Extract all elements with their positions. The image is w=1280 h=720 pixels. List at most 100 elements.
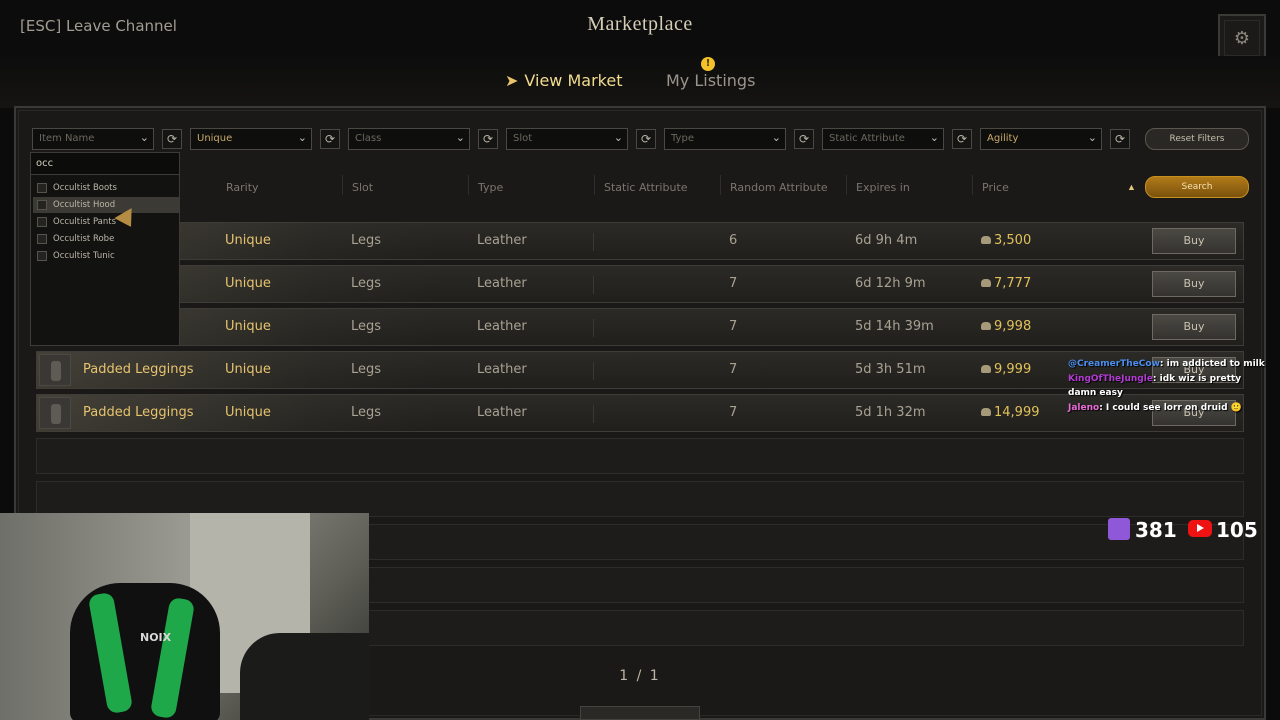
youtube-icon xyxy=(1188,520,1212,537)
item-rarity: Unique xyxy=(225,319,271,334)
market-tabs: ➤ View Market My Listings xyxy=(0,56,1280,108)
item-slot: Legs xyxy=(351,405,382,420)
webcam-shadow xyxy=(240,633,369,720)
item-price-value: 9,998 xyxy=(994,319,1032,334)
table-row[interactable]: Unique Legs Leather 6 6d 9h 4m 3,500 Buy xyxy=(36,222,1244,260)
item-type: Leather xyxy=(477,276,527,291)
class-filter[interactable]: Class ⌄ xyxy=(348,128,470,150)
chat-text: : I could see lorr on druid 🙂 xyxy=(1099,402,1242,413)
static-attribute-filter-label: Static Attribute xyxy=(829,133,905,144)
chevron-down-icon: ⌄ xyxy=(139,131,149,144)
column-header-price[interactable]: Price xyxy=(982,181,1009,194)
refresh-random-attribute-button[interactable]: ⟳ xyxy=(1110,129,1130,149)
item-name-search-input[interactable]: occ xyxy=(31,153,179,175)
item-price-value: 14,999 xyxy=(994,405,1040,420)
column-header-rarity[interactable]: Rarity xyxy=(226,181,259,194)
tab-my-listings[interactable]: My Listings xyxy=(666,71,755,90)
item-expires: 6d 12h 9m xyxy=(855,276,926,291)
refresh-slot-button[interactable]: ⟳ xyxy=(636,129,656,149)
reset-filters-button[interactable]: Reset Filters xyxy=(1145,128,1249,150)
item-random-attribute: 7 xyxy=(729,405,738,420)
notification-badge: ! xyxy=(701,57,715,71)
random-attribute-filter-label: Agility xyxy=(987,133,1019,144)
item-rarity: Unique xyxy=(225,233,271,248)
table-row[interactable]: Padded Leggings Unique Legs Leather 7 5d… xyxy=(36,351,1244,389)
chevron-down-icon: ⌄ xyxy=(929,131,939,144)
item-name-filter-label: Item Name xyxy=(39,133,95,144)
twitch-viewer-count: 381 xyxy=(1135,518,1177,542)
tab-view-market[interactable]: ➤ View Market xyxy=(505,71,622,90)
refresh-icon: ⟳ xyxy=(956,132,968,146)
search-button[interactable]: Search xyxy=(1145,176,1249,198)
checkbox[interactable] xyxy=(37,251,47,261)
refresh-icon: ⟳ xyxy=(324,132,336,146)
dropdown-option[interactable]: Occultist Boots xyxy=(33,180,179,196)
settings-button[interactable]: ⚙ xyxy=(1218,14,1266,62)
item-name: Padded Leggings xyxy=(83,362,194,377)
item-slot: Legs xyxy=(351,362,382,377)
stream-chat: @CreamerTheCow: im addicted to milk King… xyxy=(1068,357,1268,415)
item-price: 3,500 xyxy=(981,233,1031,248)
item-name-dropdown[interactable]: occ Occultist Boots Occultist Hood Occul… xyxy=(30,152,180,346)
item-price-value: 3,500 xyxy=(994,233,1032,248)
table-row[interactable]: Unique Legs Leather 7 6d 12h 9m 7,777 Bu… xyxy=(36,265,1244,303)
refresh-icon: ⟳ xyxy=(1114,132,1126,146)
chat-text: : im addicted to milk xyxy=(1159,359,1265,369)
static-attribute-filter[interactable]: Static Attribute ⌄ xyxy=(822,128,944,150)
table-row[interactable]: Unique Legs Leather 7 5d 14h 39m 9,998 B… xyxy=(36,308,1244,346)
buy-button[interactable]: Buy xyxy=(1152,314,1236,340)
column-header-random-attribute[interactable]: Random Attribute xyxy=(730,181,828,194)
checkbox[interactable] xyxy=(37,200,47,210)
refresh-icon: ⟳ xyxy=(798,132,810,146)
column-header-type[interactable]: Type xyxy=(478,181,503,194)
coin-icon xyxy=(981,365,991,373)
chat-username: @CreamerTheCow xyxy=(1068,359,1160,369)
checkbox[interactable] xyxy=(37,234,47,244)
random-attribute-filter[interactable]: Agility ⌄ xyxy=(980,128,1102,150)
column-divider xyxy=(593,405,594,423)
item-price: 14,999 xyxy=(981,405,1040,420)
item-price: 7,777 xyxy=(981,276,1031,291)
item-expires: 5d 1h 32m xyxy=(855,405,926,420)
column-divider xyxy=(846,175,847,195)
refresh-item-name-button[interactable]: ⟳ xyxy=(162,129,182,149)
dropdown-option[interactable]: Occultist Robe xyxy=(33,231,179,247)
buy-button[interactable]: Buy xyxy=(1152,271,1236,297)
twitch-icon xyxy=(1108,518,1130,540)
item-type: Leather xyxy=(477,362,527,377)
buy-button[interactable]: Buy xyxy=(1152,228,1236,254)
refresh-rarity-button[interactable]: ⟳ xyxy=(320,129,340,149)
chevron-down-icon: ⌄ xyxy=(455,131,465,144)
column-header-static-attribute[interactable]: Static Attribute xyxy=(604,181,688,194)
refresh-class-button[interactable]: ⟳ xyxy=(478,129,498,149)
refresh-type-button[interactable]: ⟳ xyxy=(794,129,814,149)
rarity-filter[interactable]: Unique ⌄ xyxy=(190,128,312,150)
refresh-static-attribute-button[interactable]: ⟳ xyxy=(952,129,972,149)
dropdown-option[interactable]: Occultist Pants xyxy=(33,214,179,230)
table-row[interactable]: Padded Leggings Unique Legs Leather 7 5d… xyxy=(36,394,1244,432)
item-name-filter[interactable]: Item Name ⌄ xyxy=(32,128,154,150)
refresh-icon: ⟳ xyxy=(166,132,178,146)
column-header-expires[interactable]: Expires in xyxy=(856,181,910,194)
dropdown-option[interactable]: Occultist Hood xyxy=(33,197,179,213)
column-divider xyxy=(468,175,469,195)
dropdown-option[interactable]: Occultist Tunic xyxy=(33,248,179,264)
sort-ascending-icon[interactable]: ▲ xyxy=(1127,182,1136,192)
item-thumbnail xyxy=(39,397,71,429)
item-slot: Legs xyxy=(351,233,382,248)
chat-username: Jaleno xyxy=(1068,402,1100,413)
column-divider xyxy=(972,175,973,195)
item-price: 9,998 xyxy=(981,319,1031,334)
arrow-icon: ➤ xyxy=(505,71,519,90)
chat-message: KingOfTheJungle: idk wiz is pretty damn … xyxy=(1068,372,1268,401)
checkbox[interactable] xyxy=(37,183,47,193)
column-divider xyxy=(342,175,343,195)
checkbox[interactable] xyxy=(37,217,47,227)
item-type: Leather xyxy=(477,319,527,334)
type-filter[interactable]: Type ⌄ xyxy=(664,128,786,150)
tab-view-market-label: View Market xyxy=(524,71,623,90)
rarity-filter-label: Unique xyxy=(197,133,233,144)
slot-filter[interactable]: Slot ⌄ xyxy=(506,128,628,150)
column-header-slot[interactable]: Slot xyxy=(352,181,373,194)
coin-icon xyxy=(981,322,991,330)
